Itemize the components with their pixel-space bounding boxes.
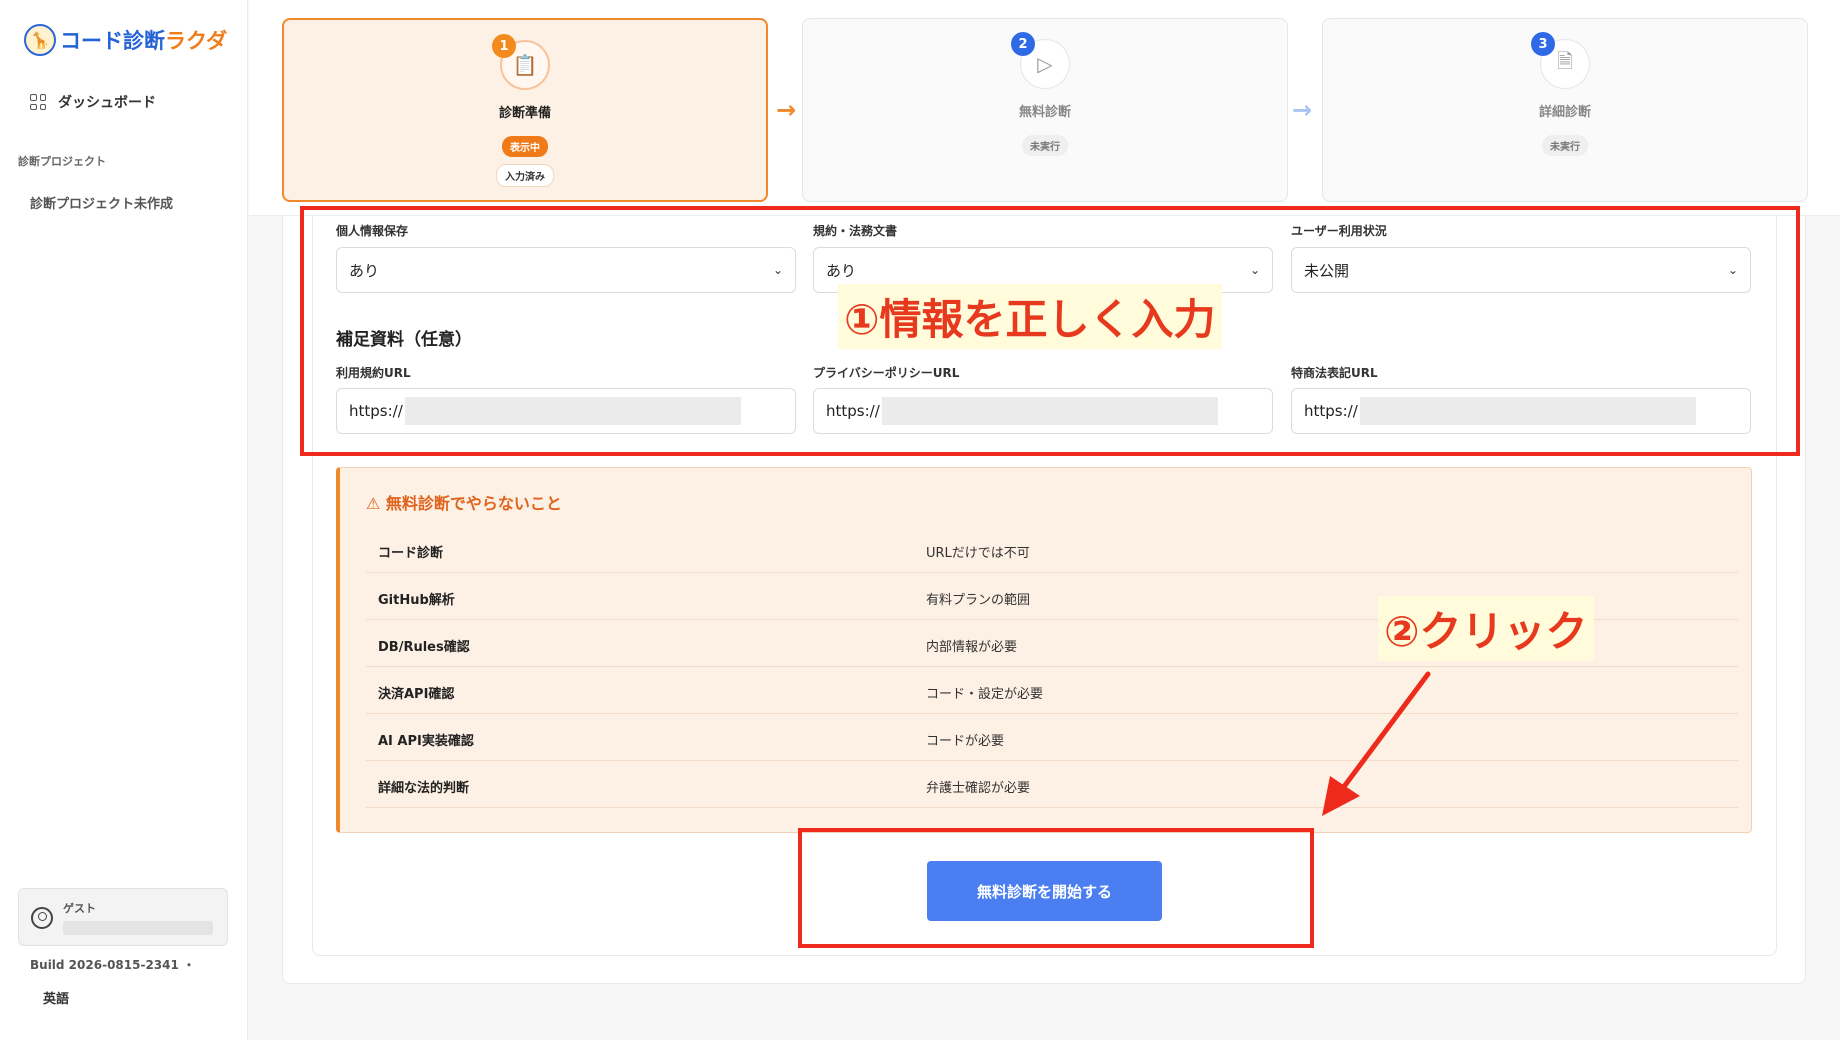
limitation-item: AI API実装確認 [378, 734, 474, 749]
warning-triangle-icon: ⚠ [366, 494, 381, 513]
limitation-item: GitHub解析 [378, 593, 455, 608]
logo-mascot-icon: 🦒 [24, 24, 56, 56]
step-done-badge: 入力済み [496, 164, 554, 187]
limitation-reason: コード・設定が必要 [926, 687, 1044, 702]
sidebar-item-dashboard-label: ダッシュボード [58, 95, 156, 111]
table-row: AI API実装確認 コードが必要 [366, 714, 1738, 761]
logo-text-part2: ラクダ [165, 29, 228, 53]
step-status-badge: 未実行 [1542, 135, 1588, 156]
annotation-highlight-button [798, 828, 1314, 948]
step-number-badge: 3 [1531, 32, 1555, 56]
limitation-reason: URLだけでは不可 [926, 546, 1030, 561]
table-row: 決済API確認 コード・設定が必要 [366, 667, 1738, 714]
sidebar: 🦒 コード診断ラクダ ダッシュボード 診断プロジェクト 診断プロジェクト未作成 … [0, 0, 248, 1040]
limitation-item: コード診断 [378, 546, 444, 561]
sidebar-section-projects: 診断プロジェクト [18, 155, 106, 168]
logo-text-part1: コード診断 [60, 29, 165, 53]
logo-text: コード診断ラクダ [60, 25, 227, 55]
step-status-badge: 表示中 [502, 136, 548, 157]
play-circle-icon: ▷ 2 [1011, 32, 1070, 89]
step-2-free-diagnosis[interactable]: ▷ 2 無料診断 未実行 [802, 18, 1288, 202]
limitation-reason: 有料プランの範囲 [926, 593, 1031, 608]
arrow-right-icon: → [1292, 96, 1313, 124]
user-circle-icon [31, 907, 53, 929]
limitation-reason: コードが必要 [926, 734, 1005, 749]
step-number-badge: 2 [1011, 32, 1035, 56]
step-1-prepare[interactable]: 📋 1 診断準備 表示中 入力済み [282, 18, 768, 202]
warning-title: ⚠ 無料診断でやらないこと [366, 490, 562, 514]
file-search-icon: 🗎 3 [1531, 32, 1590, 89]
user-account-card[interactable]: ゲスト [18, 888, 228, 946]
app-logo[interactable]: 🦒 コード診断ラクダ [24, 24, 227, 56]
arrow-right-icon: → [776, 96, 797, 124]
warning-title-text: 無料診断でやらないこと [385, 494, 562, 513]
limitation-item: 詳細な法的判断 [378, 781, 470, 796]
table-row: 詳細な法的判断 弁護士確認が必要 [366, 761, 1738, 808]
guest-label: ゲスト [63, 902, 96, 915]
sidebar-item-dashboard[interactable]: ダッシュボード [30, 92, 156, 112]
clipboard-check-icon: 📋 1 [492, 34, 550, 90]
step-title: 診断準備 [498, 106, 551, 121]
build-version: Build 2026-0815-2341 ・ [30, 958, 196, 972]
step-number-badge: 1 [492, 34, 516, 58]
step-title: 詳細診断 [1538, 105, 1591, 120]
annotation-step1-label: ①情報を正しく入力 [838, 284, 1222, 349]
guest-id-redacted [63, 921, 213, 935]
table-row: コード診断 URLだけでは不可 [366, 526, 1738, 573]
limitation-item: 決済API確認 [378, 687, 455, 702]
limitation-reason: 内部情報が必要 [926, 640, 1018, 655]
dashboard-grid-icon [30, 94, 46, 110]
step-title: 無料診断 [1018, 105, 1071, 120]
limitation-reason: 弁護士確認が必要 [926, 781, 1031, 796]
sidebar-item-project-empty[interactable]: 診断プロジェクト未作成 [30, 193, 173, 212]
annotation-arrow-icon [1322, 671, 1431, 816]
limitation-item: DB/Rules確認 [378, 640, 470, 655]
language-switch[interactable]: 英語 [43, 988, 69, 1007]
step-3-detailed-diagnosis[interactable]: 🗎 3 詳細診断 未実行 [1322, 18, 1808, 202]
step-status-badge: 未実行 [1022, 135, 1068, 156]
annotation-step2-label: ②クリック [1378, 596, 1594, 661]
